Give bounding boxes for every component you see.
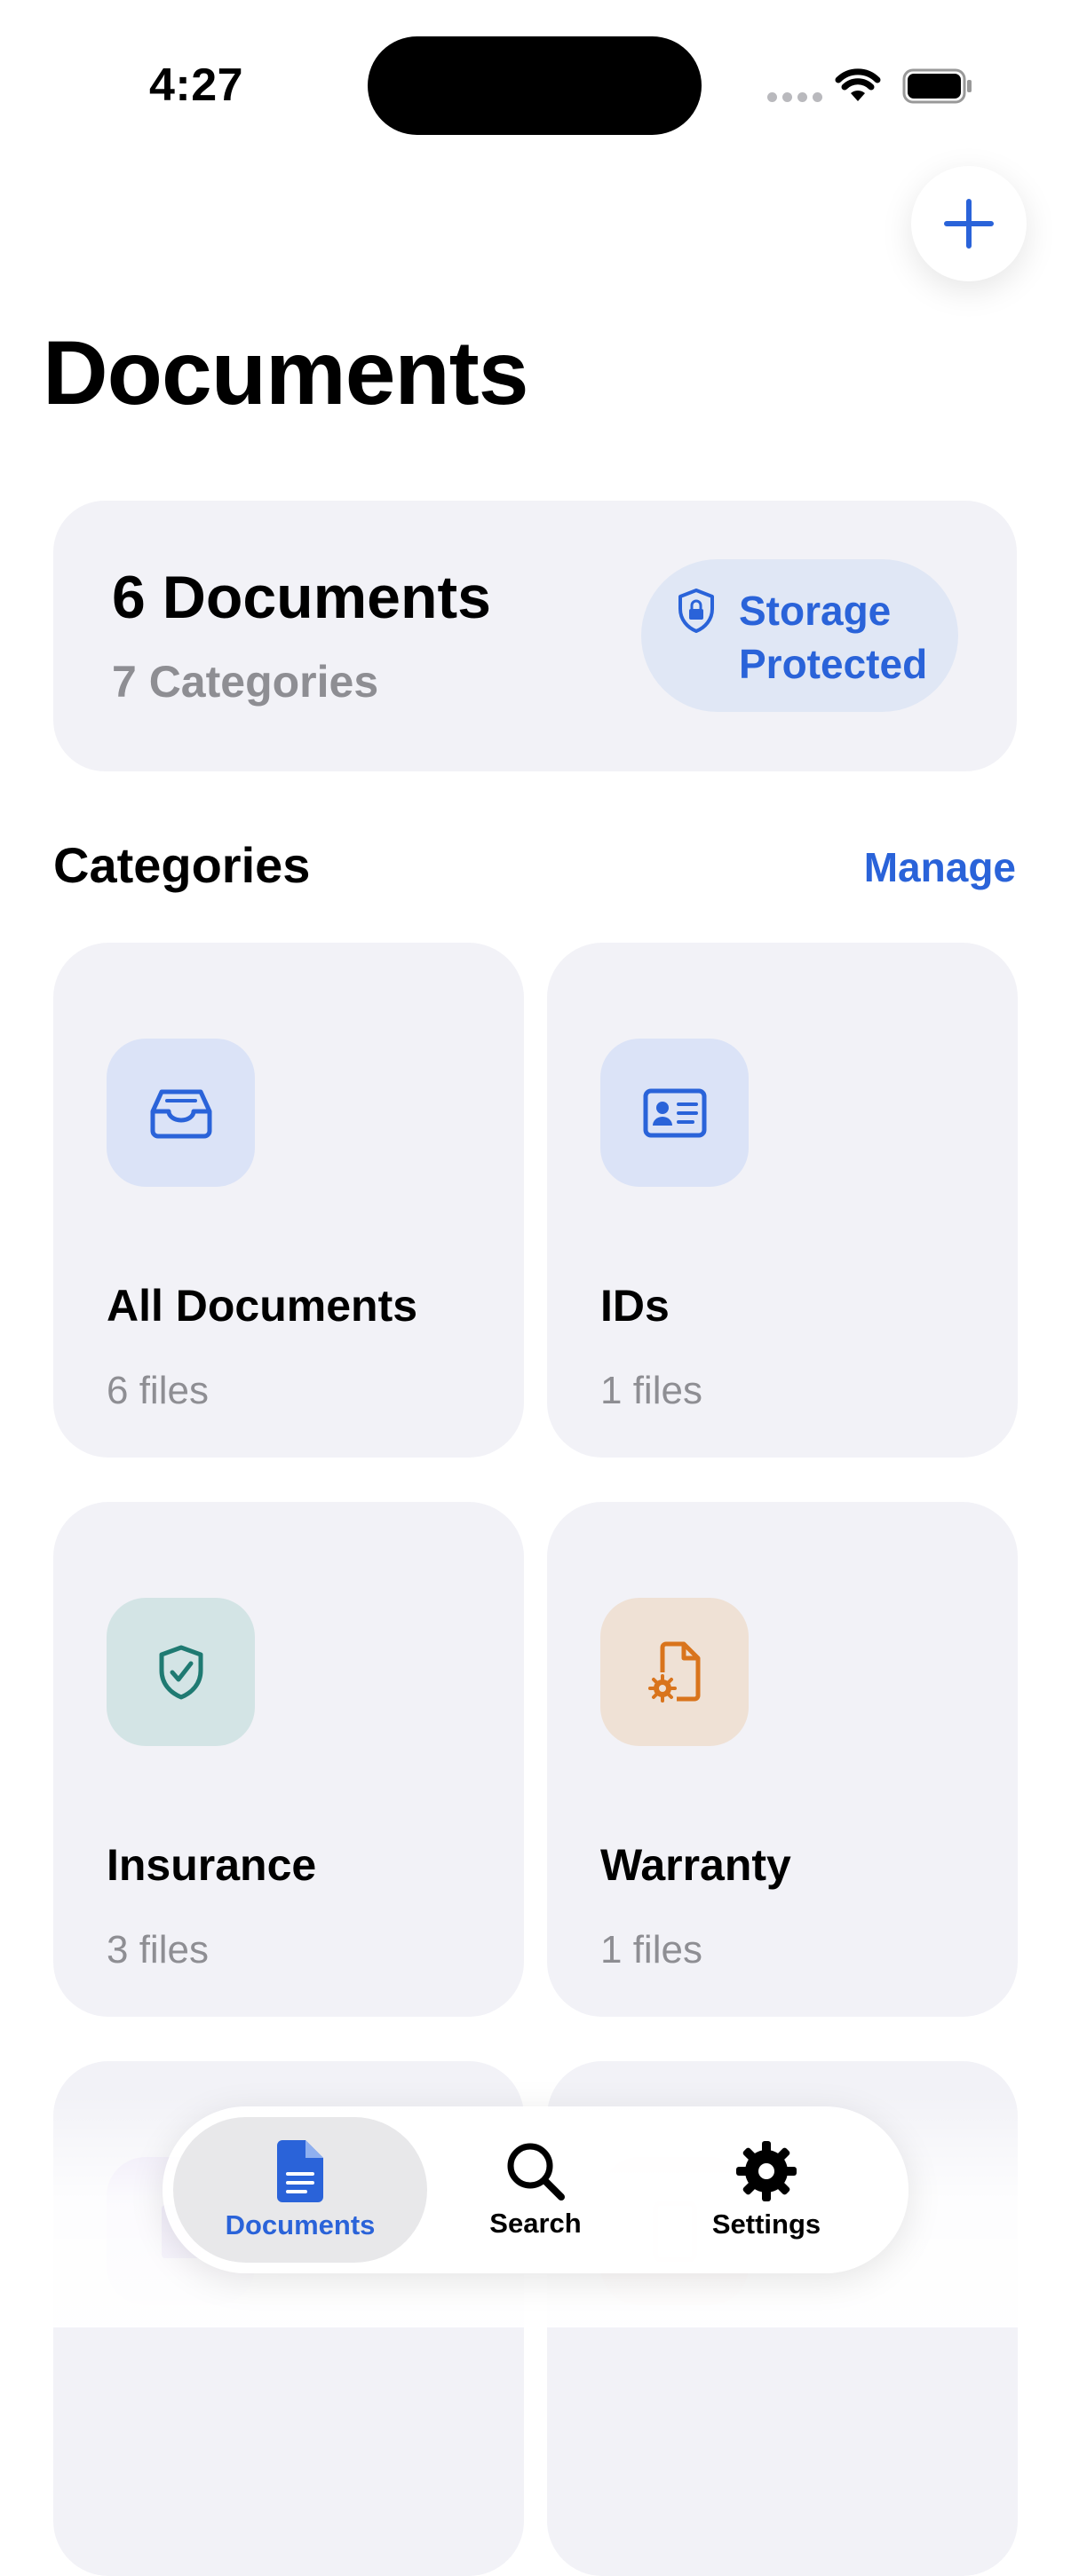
tab-settings[interactable]: Settings [678, 2106, 855, 2273]
category-icon-badge [600, 1598, 749, 1746]
tab-label: Documents [225, 2209, 376, 2240]
summary-card: 6 Documents 7 Categories Storage Protect… [53, 501, 1017, 771]
id-card-icon [643, 1088, 706, 1137]
storage-line-2: Protected [739, 641, 928, 687]
category-file-count: 3 files [107, 1928, 209, 1972]
tray-icon [150, 1089, 211, 1138]
plus-icon [944, 199, 994, 249]
document-icon [277, 2140, 323, 2202]
category-card-all-documents[interactable]: All Documents 6 files [53, 943, 524, 1458]
category-card-insurance[interactable]: Insurance 3 files [53, 1502, 524, 2017]
manage-button[interactable]: Manage [864, 843, 1016, 891]
category-card-ids[interactable]: IDs 1 files [547, 943, 1018, 1458]
category-card-warranty[interactable]: Warranty 1 files [547, 1502, 1018, 2017]
checkmark-shield-icon [159, 1645, 202, 1699]
tab-search[interactable]: Search [447, 2106, 624, 2273]
storage-protected-badge: Storage Protected [641, 559, 958, 712]
category-name: Warranty [600, 1840, 791, 1890]
category-name: Insurance [107, 1840, 317, 1890]
category-icon-badge [107, 1598, 255, 1746]
dynamic-island [368, 36, 702, 135]
category-icon-badge [600, 1039, 749, 1187]
page-title: Documents [43, 322, 528, 423]
category-name: IDs [600, 1281, 670, 1331]
lock-shield-icon [678, 589, 714, 633]
tab-bar: Documents Search Settings [163, 2106, 908, 2273]
category-icon-badge [107, 1039, 255, 1187]
storage-line-1: Storage [739, 588, 892, 634]
category-file-count: 6 files [107, 1369, 209, 1412]
gear-icon [736, 2141, 797, 2201]
wifi-icon [835, 68, 881, 101]
doc-gear-icon [647, 1641, 700, 1703]
categories-title: Categories [53, 837, 311, 893]
magnifying-glass-icon [507, 2143, 565, 2201]
tab-label: Settings [711, 2209, 821, 2240]
tab-documents[interactable]: Documents [173, 2117, 427, 2263]
documents-count: 6 Documents [112, 564, 491, 631]
categories-count: 7 Categories [112, 657, 379, 707]
tab-label: Search [489, 2208, 582, 2239]
category-file-count: 1 files [600, 1928, 702, 1972]
add-document-button[interactable] [911, 166, 1027, 281]
cellular-signal-icon [767, 92, 822, 102]
category-file-count: 1 files [600, 1369, 702, 1412]
status-time: 4:27 [149, 59, 244, 111]
storage-status-text: Storage Protected [739, 584, 927, 691]
category-name: All Documents [107, 1281, 418, 1331]
battery-icon [902, 68, 972, 104]
